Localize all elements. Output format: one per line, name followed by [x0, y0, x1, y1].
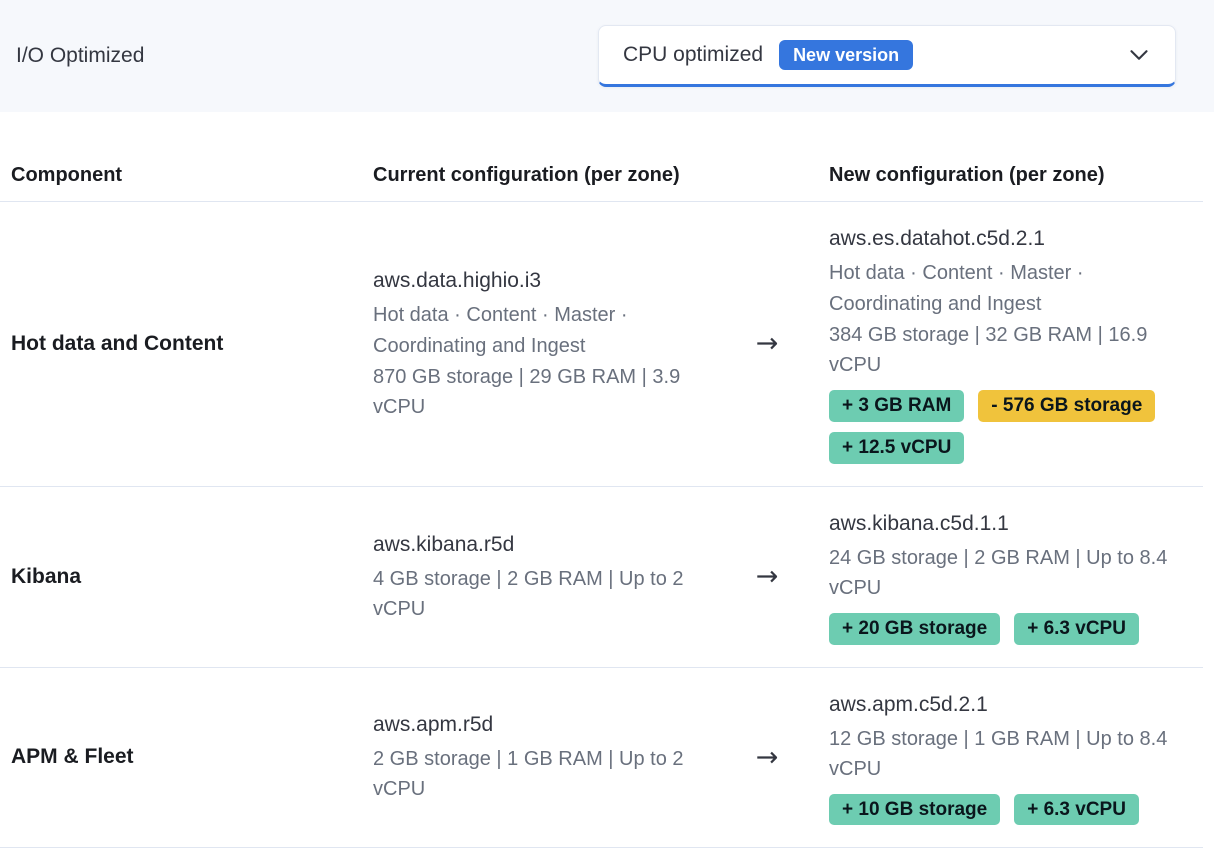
change-badge-success: + 6.3 vCPU [1014, 613, 1139, 645]
table-header-row: Component Current configuration (per zon… [0, 150, 1203, 202]
table-row: Hot data and Content aws.data.highio.i3 Ho… [0, 202, 1203, 487]
current-config-specs: 4 GB storage | 2 GB RAM | Up to 2 vCPU [373, 564, 705, 624]
current-config-specs: 2 GB storage | 1 GB RAM | Up to 2 vCPU [373, 744, 705, 804]
current-config-specs: 870 GB storage | 29 GB RAM | 3.9 vCPU [373, 362, 705, 422]
change-badge-success: + 10 GB storage [829, 794, 1000, 826]
column-header-new-configuration: New configuration (per zone) [829, 164, 1203, 187]
change-badge-success: + 20 GB storage [829, 613, 1000, 645]
new-config-roles: Hot data · Content · Master · Coordinati… [829, 258, 1181, 320]
component-name: Kibana [0, 565, 373, 589]
current-config-name: aws.data.highio.i3 [373, 266, 705, 296]
new-configuration-cell: aws.kibana.c5d.1.1 24 GB storage | 2 GB R… [829, 509, 1203, 645]
hardware-profile-bar: I/O Optimized CPU optimized New version [0, 0, 1214, 112]
new-config-name: aws.apm.c5d.2.1 [829, 690, 1181, 720]
change-badges: + 10 GB storage + 6.3 vCPU [829, 794, 1181, 826]
change-badges: + 20 GB storage + 6.3 vCPU [829, 613, 1181, 645]
current-configuration-cell: aws.data.highio.i3 Hot data · Content · M… [373, 266, 705, 422]
change-badge-success: + 6.3 vCPU [1014, 794, 1139, 826]
arrow-right-icon: → [705, 742, 829, 773]
current-configuration-cell: aws.apm.r5d 2 GB storage | 1 GB RAM | Up … [373, 710, 705, 804]
profile-select-value: CPU optimized [623, 43, 763, 67]
configuration-comparison-table: Component Current configuration (per zon… [0, 150, 1203, 848]
component-name: Hot data and Content [0, 332, 373, 356]
profile-select[interactable]: CPU optimized New version [598, 25, 1176, 87]
arrow-right-icon: → [705, 561, 829, 592]
new-config-name: aws.es.datahot.c5d.2.1 [829, 224, 1181, 254]
current-configuration-cell: aws.kibana.r5d 4 GB storage | 2 GB RAM | … [373, 530, 705, 624]
new-config-specs: 384 GB storage | 32 GB RAM | 16.9 vCPU [829, 320, 1181, 380]
current-profile-label: I/O Optimized [16, 44, 144, 68]
column-header-component: Component [0, 164, 373, 187]
column-header-spacer [705, 164, 829, 187]
new-configuration-cell: aws.apm.c5d.2.1 12 GB storage | 1 GB RAM … [829, 690, 1203, 826]
new-config-specs: 24 GB storage | 2 GB RAM | Up to 8.4 vCP… [829, 543, 1181, 603]
new-config-specs: 12 GB storage | 1 GB RAM | Up to 8.4 vCP… [829, 724, 1181, 784]
arrow-right-icon: → [705, 328, 829, 359]
column-header-current-configuration: Current configuration (per zone) [373, 164, 705, 187]
component-name: APM & Fleet [0, 745, 373, 769]
change-badge-success: + 3 GB RAM [829, 390, 964, 422]
change-badge-warning: - 576 GB storage [978, 390, 1155, 422]
new-version-badge: New version [779, 40, 913, 70]
table-row: Kibanaaws.kibana.r5d 4 GB storage | 2 GB … [0, 487, 1203, 668]
chevron-down-icon [1127, 43, 1151, 67]
change-badges: + 3 GB RAM - 576 GB storage + 12.5 vCPU [829, 390, 1181, 464]
current-config-name: aws.kibana.r5d [373, 530, 705, 560]
new-configuration-cell: aws.es.datahot.c5d.2.1 Hot data · Content… [829, 224, 1203, 464]
table-row: APM & Fleetaws.apm.r5d 2 GB storage | 1 G… [0, 668, 1203, 848]
current-config-roles: Hot data · Content · Master · Coordinati… [373, 300, 705, 362]
new-config-name: aws.kibana.c5d.1.1 [829, 509, 1181, 539]
current-config-name: aws.apm.r5d [373, 710, 705, 740]
change-badge-success: + 12.5 vCPU [829, 432, 964, 464]
